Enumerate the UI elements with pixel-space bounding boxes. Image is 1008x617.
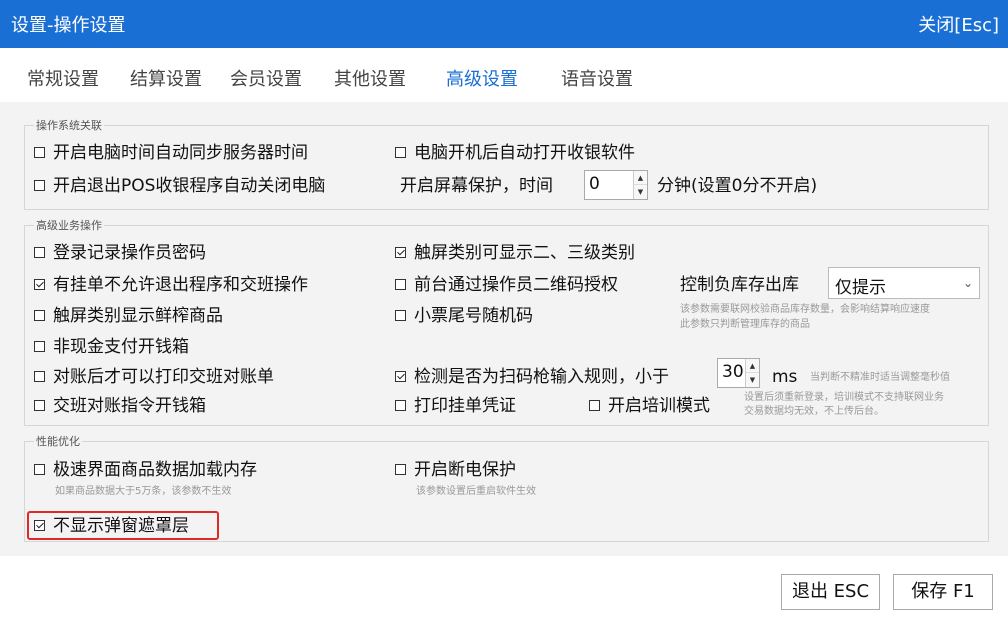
- stock-select-value: 仅提示: [835, 278, 886, 298]
- exit-button[interactable]: 退出 ESC: [781, 574, 880, 610]
- fresh-goods-checkbox[interactable]: 触屏类别显示鲜榨商品: [34, 305, 223, 327]
- screensaver-value[interactable]: 0: [589, 174, 600, 194]
- sync-time-checkbox[interactable]: 开启电脑时间自动同步服务器时间: [34, 142, 308, 164]
- checkbox-icon[interactable]: [34, 179, 45, 191]
- checkbox-icon[interactable]: [395, 399, 406, 411]
- checkbox-checked-icon[interactable]: [395, 370, 406, 382]
- tab-other[interactable]: 其他设置: [334, 65, 406, 91]
- touch-category-label: 触屏类别可显示二、三级类别: [414, 243, 635, 263]
- receipt-random-checkbox[interactable]: 小票尾号随机码: [395, 305, 533, 327]
- hang-order-checkbox[interactable]: 有挂单不允许退出程序和交班操作: [34, 274, 308, 296]
- checkbox-icon[interactable]: [34, 370, 45, 382]
- checkbox-icon[interactable]: [395, 463, 406, 475]
- qr-auth-checkbox[interactable]: 前台通过操作员二维码授权: [395, 274, 618, 296]
- shift-drawer-label: 交班对账指令开钱箱: [53, 396, 206, 416]
- login-pwd-label: 登录记录操作员密码: [53, 243, 206, 263]
- no-mask-checkbox[interactable]: 不显示弹窗遮罩层: [34, 515, 189, 537]
- stock-label: 控制负库存出库: [680, 275, 799, 295]
- auto-start-label: 电脑开机后自动打开收银软件: [414, 143, 635, 163]
- checkbox-checked-icon[interactable]: [395, 246, 406, 258]
- stock-select[interactable]: 仅提示 ⌄: [828, 267, 980, 299]
- power-protect-checkbox[interactable]: 开启断电保护: [395, 459, 516, 481]
- scanner-detect-checkbox[interactable]: 检测是否为扫码枪输入规则，小于: [395, 366, 669, 388]
- sync-time-label: 开启电脑时间自动同步服务器时间: [53, 143, 308, 163]
- tab-checkout[interactable]: 结算设置: [130, 65, 202, 91]
- tab-general[interactable]: 常规设置: [27, 65, 99, 91]
- checkbox-icon[interactable]: [395, 309, 406, 321]
- chevron-down-icon: ⌄: [962, 276, 973, 290]
- qr-auth-label: 前台通过操作员二维码授权: [414, 275, 618, 295]
- receipt-random-label: 小票尾号随机码: [414, 306, 533, 326]
- training-mode-label: 开启培训模式: [608, 396, 710, 416]
- print-hang-label: 打印挂单凭证: [414, 396, 516, 416]
- auto-shutdown-checkbox[interactable]: 开启退出POS收银程序自动关闭电脑: [34, 175, 325, 197]
- spin-up-icon[interactable]: ▲: [746, 359, 759, 373]
- print-after-check-checkbox[interactable]: 对账后才可以打印交班对账单: [34, 366, 274, 388]
- speed-cache-note: 如果商品数据大于5万条，该参数不生效: [55, 486, 232, 497]
- scanner-value[interactable]: 30: [722, 362, 744, 382]
- group-performance-title: 性能优化: [34, 435, 82, 448]
- spin-down-icon[interactable]: ▼: [746, 373, 759, 387]
- checkbox-icon[interactable]: [34, 340, 45, 352]
- scanner-unit: ms: [772, 367, 798, 387]
- checkbox-checked-icon[interactable]: [34, 519, 45, 531]
- window-title: 设置-操作设置: [11, 15, 126, 36]
- auto-start-checkbox[interactable]: 电脑开机后自动打开收银软件: [395, 142, 635, 164]
- tab-member[interactable]: 会员设置: [230, 65, 302, 91]
- save-button[interactable]: 保存 F1: [893, 574, 993, 610]
- auto-shutdown-label: 开启退出POS收银程序自动关闭电脑: [53, 176, 326, 196]
- noncash-drawer-checkbox[interactable]: 非现金支付开钱箱: [34, 336, 189, 358]
- tab-voice[interactable]: 语音设置: [561, 65, 633, 91]
- print-hang-checkbox[interactable]: 打印挂单凭证: [395, 395, 516, 417]
- title-bar: 设置-操作设置 关闭[Esc]: [0, 0, 1008, 48]
- training-mode-checkbox[interactable]: 开启培训模式: [589, 395, 710, 417]
- stock-note-1: 该参数需要联网校验商品库存数量，会影响结算响应速度: [680, 304, 930, 315]
- group-os-title: 操作系统关联: [34, 119, 104, 132]
- checkbox-icon[interactable]: [34, 309, 45, 321]
- fresh-goods-label: 触屏类别显示鲜榨商品: [53, 306, 223, 326]
- login-pwd-checkbox[interactable]: 登录记录操作员密码: [34, 242, 206, 264]
- power-protect-label: 开启断电保护: [414, 460, 516, 480]
- spin-down-icon[interactable]: ▼: [634, 185, 647, 199]
- close-button[interactable]: 关闭[Esc]: [918, 11, 999, 37]
- speed-cache-checkbox[interactable]: 极速界面商品数据加载内存: [34, 459, 257, 481]
- checkbox-icon[interactable]: [34, 399, 45, 411]
- settings-panel: 操作系统关联 开启电脑时间自动同步服务器时间 电脑开机后自动打开收银软件 开启退…: [0, 102, 1008, 556]
- tab-advanced[interactable]: 高级设置: [446, 65, 518, 91]
- group-os: 操作系统关联: [24, 119, 989, 210]
- tab-bar: 常规设置 结算设置 会员设置 其他设置 高级设置 语音设置: [0, 48, 1008, 102]
- screensaver-suffix: 分钟(设置0分不开启): [657, 176, 818, 196]
- speed-cache-label: 极速界面商品数据加载内存: [53, 460, 257, 480]
- power-protect-note: 该参数设置后重启软件生效: [416, 486, 536, 497]
- checkbox-icon[interactable]: [395, 146, 406, 158]
- checkbox-icon[interactable]: [395, 278, 406, 290]
- screensaver-stepper[interactable]: 0 ▲ ▼: [584, 170, 648, 200]
- scanner-stepper[interactable]: 30 ▲ ▼: [717, 358, 760, 388]
- group-advanced-title: 高级业务操作: [34, 219, 104, 232]
- checkbox-checked-icon[interactable]: [34, 278, 45, 290]
- stock-note-2: 此参数只判断管理库存的商品: [680, 319, 810, 330]
- scanner-note: 当判断不精准时适当调整毫秒值: [810, 372, 950, 383]
- touch-category-checkbox[interactable]: 触屏类别可显示二、三级类别: [395, 242, 635, 264]
- scanner-detect-label: 检测是否为扫码枪输入规则，小于: [414, 367, 669, 387]
- print-after-check-label: 对账后才可以打印交班对账单: [53, 367, 274, 387]
- checkbox-icon[interactable]: [589, 399, 600, 411]
- checkbox-icon[interactable]: [34, 246, 45, 258]
- training-note-1: 设置后须重新登录，培训模式不支持联网业务: [744, 392, 944, 403]
- hang-order-label: 有挂单不允许退出程序和交班操作: [53, 275, 308, 295]
- no-mask-label: 不显示弹窗遮罩层: [53, 516, 189, 536]
- screensaver-label: 开启屏幕保护，时间: [400, 176, 553, 196]
- training-note-2: 交易数据均无效，不上传后台。: [744, 406, 884, 417]
- checkbox-icon[interactable]: [34, 146, 45, 158]
- spin-up-icon[interactable]: ▲: [634, 171, 647, 185]
- noncash-drawer-label: 非现金支付开钱箱: [53, 337, 189, 357]
- checkbox-icon[interactable]: [34, 463, 45, 475]
- shift-drawer-checkbox[interactable]: 交班对账指令开钱箱: [34, 395, 206, 417]
